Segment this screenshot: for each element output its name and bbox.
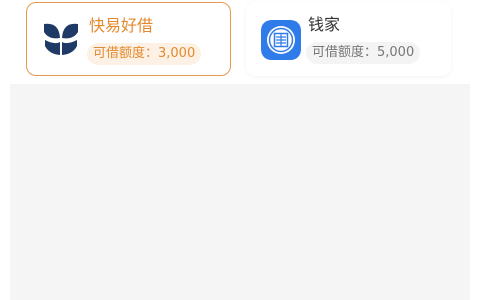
content-area: [10, 84, 470, 300]
lender-name: 钱家: [308, 15, 341, 34]
quota-badge: 可借额度：5,000: [306, 42, 421, 64]
lender-card-kuaiyi[interactable]: 快易好借 可借额度：3,000: [26, 2, 231, 76]
lender-card-qianjia[interactable]: 钱家 可借额度：5,000: [246, 2, 451, 76]
qianjia-logo-icon: [261, 20, 301, 60]
kuaiyi-logo-icon: [41, 18, 81, 58]
lender-name: 快易好借: [89, 16, 154, 35]
quota-badge: 可借额度：3,000: [87, 43, 202, 65]
